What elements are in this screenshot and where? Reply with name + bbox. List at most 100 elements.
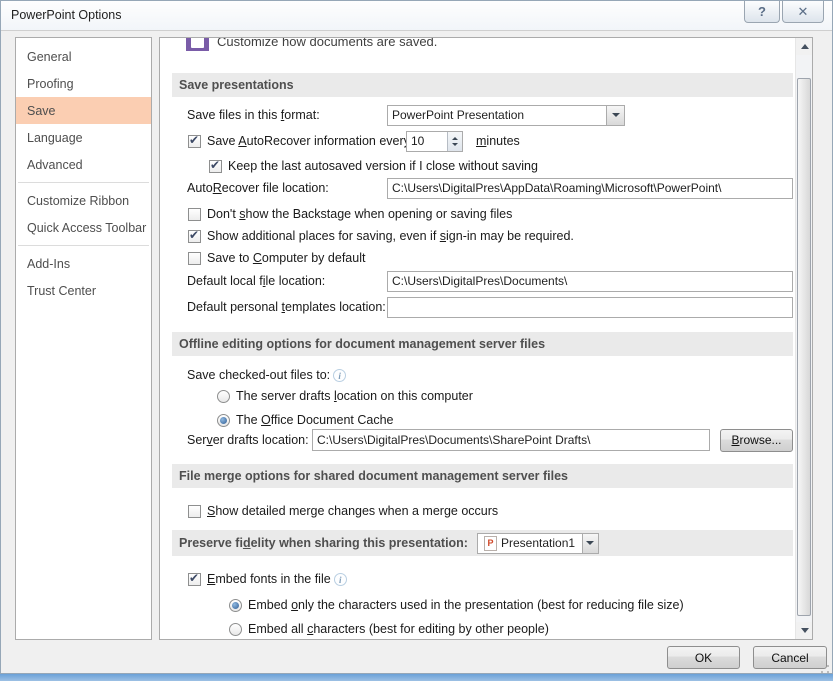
backstage-row: Don't show the Backstage when opening or…: [188, 203, 512, 225]
section-header-offline-editing: Offline editing options for document man…: [172, 332, 793, 356]
sidebar-item-general[interactable]: General: [16, 43, 151, 70]
vertical-scrollbar[interactable]: [795, 38, 812, 639]
powerpoint-file-icon: P: [484, 536, 497, 551]
save-format-row: Save files in this format: PowerPoint Pr…: [187, 104, 625, 126]
embed-fonts-checkbox[interactable]: [188, 573, 201, 586]
save-autorecover-label: Save AutoRecover information every: [207, 134, 406, 148]
sidebar-item-label: Customize Ribbon: [27, 194, 129, 208]
merge-changes-label: Show detailed merge changes when a merge…: [207, 504, 498, 518]
checked-out-label: Save checked-out files to:: [187, 368, 330, 382]
sidebar-item-label: Quick Access Toolbar: [27, 221, 146, 235]
autorecover-location-row: AutoRecover file location: C:\Users\Digi…: [187, 177, 793, 199]
save-format-label: Save files in this format:: [187, 108, 387, 122]
save-format-dropdown[interactable]: PowerPoint Presentation: [387, 105, 625, 126]
chevron-down-icon[interactable]: [582, 534, 598, 553]
spinner-buttons: [447, 132, 462, 151]
additional-places-checkbox[interactable]: [188, 230, 201, 243]
save-autorecover-checkbox[interactable]: [188, 135, 201, 148]
sidebar-item-label: Save: [27, 104, 56, 118]
sidebar-item-language[interactable]: Language: [16, 124, 151, 151]
save-disk-icon: [186, 37, 209, 51]
sidebar-item-quick-access-toolbar[interactable]: Quick Access Toolbar: [16, 214, 151, 241]
office-cache-radio-label: The Office Document Cache: [236, 413, 394, 427]
default-local-value: C:\Users\DigitalPres\Documents\: [392, 274, 567, 288]
presentation-dropdown[interactable]: P Presentation1: [477, 533, 599, 554]
embed-fonts-row: Embed fonts in the file: [188, 568, 347, 590]
section-header-file-merge: File merge options for shared document m…: [172, 464, 793, 488]
merge-changes-checkbox[interactable]: [188, 505, 201, 518]
save-to-computer-label: Save to Computer by default: [207, 251, 365, 265]
server-drafts-radio-label: The server drafts location on this compu…: [236, 389, 473, 403]
sidebar-item-label: Add-Ins: [27, 257, 70, 271]
scroll-up-button[interactable]: [796, 38, 813, 55]
keep-autosaved-row: Keep the last autosaved version if I clo…: [209, 155, 538, 177]
checked-out-row: Save checked-out files to:: [187, 364, 346, 386]
close-button[interactable]: ✕: [782, 1, 824, 23]
sidebar-item-advanced[interactable]: Advanced: [16, 151, 151, 178]
chevron-down-icon[interactable]: [606, 106, 624, 125]
default-local-row: Default local file location: C:\Users\Di…: [187, 270, 793, 292]
merge-changes-row: Show detailed merge changes when a merge…: [188, 500, 498, 522]
section-header-save-presentations: Save presentations: [172, 73, 793, 97]
default-templates-label: Default personal templates location:: [187, 300, 387, 314]
server-drafts-radio[interactable]: [217, 390, 230, 403]
section-header-preserve-fidelity: Preserve fidelity when sharing this pres…: [172, 530, 793, 556]
minutes-value[interactable]: 10: [407, 134, 447, 148]
close-icon: ✕: [798, 4, 809, 20]
scroll-down-button[interactable]: [796, 622, 813, 639]
autorecover-location-label: AutoRecover file location:: [187, 181, 387, 195]
dialog-title: PowerPoint Options: [11, 8, 121, 22]
embed-all-radio-label: Embed all characters (best for editing b…: [248, 622, 549, 636]
scroll-down-icon: [801, 628, 809, 633]
default-local-input[interactable]: C:\Users\DigitalPres\Documents\: [387, 271, 793, 292]
office-cache-radio[interactable]: [217, 414, 230, 427]
default-templates-input[interactable]: [387, 297, 793, 318]
help-button[interactable]: ?: [744, 1, 780, 23]
sidebar-item-add-ins[interactable]: Add-Ins: [16, 250, 151, 277]
presentation-dropdown-value: Presentation1: [501, 536, 575, 550]
server-drafts-location-input[interactable]: C:\Users\DigitalPres\Documents\SharePoin…: [312, 429, 710, 451]
ok-button-label: OK: [695, 651, 712, 665]
sidebar-item-customize-ribbon[interactable]: Customize Ribbon: [16, 187, 151, 214]
backstage-checkbox[interactable]: [188, 208, 201, 221]
ok-button[interactable]: OK: [667, 646, 740, 669]
embed-all-radio-row: Embed all characters (best for editing b…: [229, 618, 549, 640]
keep-autosaved-label: Keep the last autosaved version if I clo…: [228, 159, 538, 173]
keep-autosaved-checkbox[interactable]: [209, 160, 222, 173]
powerpoint-options-dialog: PowerPoint Options ? ✕ General Proofing …: [0, 0, 833, 674]
save-to-computer-checkbox[interactable]: [188, 252, 201, 265]
backstage-label: Don't show the Backstage when opening or…: [207, 207, 512, 221]
autorecover-location-input[interactable]: C:\Users\DigitalPres\AppData\Roaming\Mic…: [387, 178, 793, 199]
resize-grip[interactable]: [820, 664, 829, 673]
spin-down-icon[interactable]: [452, 143, 458, 146]
scrollbar-thumb[interactable]: [797, 78, 811, 616]
info-icon[interactable]: [333, 369, 346, 382]
browse-button-label: Browse...: [731, 433, 781, 447]
section-header-label: File merge options for shared document m…: [179, 469, 568, 483]
info-icon[interactable]: [334, 573, 347, 586]
sidebar-item-label: Language: [27, 131, 83, 145]
cancel-button[interactable]: Cancel: [753, 646, 827, 669]
sidebar-item-label: General: [27, 50, 71, 64]
embed-all-radio[interactable]: [229, 623, 242, 636]
section-header-label: Preserve fidelity when sharing this pres…: [179, 536, 468, 550]
sidebar-item-label: Trust Center: [27, 284, 96, 298]
default-templates-row: Default personal templates location:: [187, 296, 793, 318]
server-drafts-radio-row: The server drafts location on this compu…: [217, 385, 473, 407]
sidebar-separator: [18, 182, 149, 183]
embed-only-radio[interactable]: [229, 599, 242, 612]
save-format-value: PowerPoint Presentation: [392, 108, 524, 122]
scroll-up-icon: [801, 44, 809, 49]
background-window-strip: [0, 674, 833, 681]
browse-button[interactable]: Browse...: [720, 429, 793, 452]
category-sidebar: General Proofing Save Language Advanced …: [15, 37, 152, 640]
autorecover-minutes-spinner[interactable]: 10: [406, 131, 463, 152]
minutes-label: minutes: [476, 134, 520, 148]
spin-up-icon[interactable]: [452, 137, 458, 140]
embed-fonts-label: Embed fonts in the file: [207, 572, 331, 586]
save-to-computer-row: Save to Computer by default: [188, 247, 365, 269]
sidebar-item-save[interactable]: Save: [16, 97, 151, 124]
default-local-label: Default local file location:: [187, 274, 387, 288]
sidebar-item-trust-center[interactable]: Trust Center: [16, 277, 151, 304]
sidebar-item-proofing[interactable]: Proofing: [16, 70, 151, 97]
